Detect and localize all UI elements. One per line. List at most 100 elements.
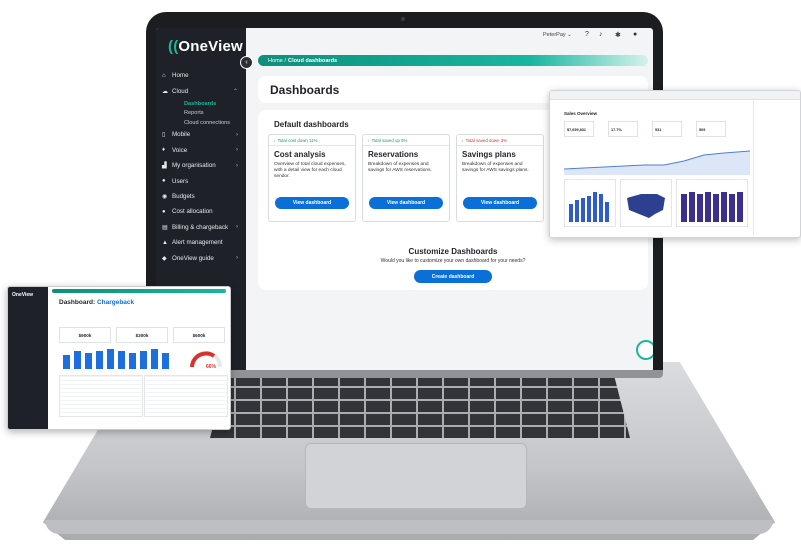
trend-tag: ↑ Total saved up 5% [367,138,407,143]
create-dashboard-button[interactable]: Create dashboard [414,270,492,283]
breadcrumb-current: Cloud dashboards [288,57,338,64]
view-dashboard-button[interactable]: View dashboard [369,197,443,209]
sidebar-item-label: Mobile [172,131,191,139]
sidebar-item-label: Voice [172,146,188,154]
trend-tag: ↓ Total saved down 3% [461,138,507,143]
chat-help-icon[interactable] [636,340,653,360]
kpi-card: 509 [696,121,726,137]
stacked-bar-chart [681,192,743,222]
sidebar-item-mobile[interactable]: ▯ Mobile › [156,127,246,142]
sidebar-item-home[interactable]: ⌂ Home [156,68,246,83]
sidebar-collapse-button[interactable]: ‹ [240,56,253,69]
chevron-right-icon: › [236,255,238,262]
sidebar-item-budgets[interactable]: ◉ Budgets [156,189,246,204]
mini-sidebar: OneView [8,287,48,429]
logo-text: OneView [178,38,243,55]
user-icon[interactable]: ● [633,31,637,38]
sidebar-item-voice[interactable]: ♦ Voice › [156,143,246,158]
mobile-icon: ▯ [162,132,166,139]
mini-breadcrumb [52,289,226,293]
sidebar-item-cost-allocation[interactable]: ● Cost allocation [156,204,246,219]
sidebar-item-label: Billing & chargeback [172,223,229,231]
sidebar-item-alert-management[interactable]: ▲ Alert management [156,235,246,250]
sidebar-item-label: Alert management [172,239,223,247]
user-menu[interactable]: PeterPay ⌄ [543,32,572,38]
cost-allocation-icon: ● [162,208,166,215]
trend-tag-text: Total cost down 11% [277,138,318,143]
divider [363,145,449,146]
cost-allocation-table [144,375,228,417]
kpi-value: $300k [135,333,149,338]
tile-description: Overview of total cloud expenses, with a… [274,162,346,179]
sidebar-item-label: Users [172,177,189,185]
view-dashboard-button[interactable]: View dashboard [275,197,349,209]
kpi-value: $900k [78,333,92,338]
kpi-card: 531 [652,121,682,137]
chevron-up-icon: ⌃ [232,88,238,95]
sidebar-item-users[interactable]: ● Users [156,173,246,188]
logo-mark-icon: (( [168,38,179,55]
chevron-left-icon: ‹ [245,59,248,66]
arrow-down-icon: ↓ [461,138,464,143]
gauge-value: 66% [206,364,217,370]
view-dashboard-button[interactable]: View dashboard [463,197,537,209]
kpi-card: $7,659,831 [564,121,594,137]
page-title: Dashboards [270,83,340,97]
arrow-up-icon: ↑ [367,138,370,143]
trend-tag-text: Total saved down 3% [465,138,508,143]
trend-tag-text: Total saved up 5% [371,138,408,143]
tile-title: Reservations [368,150,419,159]
sidebar-item-label: Cost allocation [172,208,213,216]
cloud-icon: ☁ [162,88,168,95]
arrow-down-icon: ↓ [273,138,276,143]
us-map [627,194,665,218]
home-icon: ⌂ [162,72,166,79]
kpi-card: 17.7% [608,121,638,137]
breadcrumb: Home / Cloud dashboards [258,55,648,66]
users-icon: ● [162,178,166,185]
sidebar-subitem-cloud-connections[interactable]: Cloud connections [156,118,246,128]
customize-title: Customize Dashboards [408,247,498,256]
chevron-right-icon: › [236,162,238,169]
chargeback-dashboard-screenshot: OneView Dashboard: Chargeback $900k $300… [7,286,231,430]
sidebar-subitem-dashboards[interactable]: Dashboards [156,99,246,109]
sidebar-item-label: Budgets [172,193,195,201]
tile-description: Breakdown of expenses and savings for AW… [368,162,432,173]
laptop-base-edge [45,520,773,534]
divider [269,145,355,146]
guide-icon: ◆ [162,255,167,262]
bell-icon[interactable]: ♪ [599,31,603,38]
bar-chart-panel [564,179,616,227]
sidebar-item-label: Home [172,72,189,80]
chat-side-panel [753,101,800,235]
laptop-keyboard [210,372,630,438]
sidebar-item-billing-chargeback[interactable]: ▤ Billing & chargeback › [156,220,246,235]
tile-description: Breakdown of expenses and savings for AW… [462,162,529,173]
sidebar-item-oneview-guide[interactable]: ◆ OneView guide › [156,250,246,265]
kpi-value: 17.7% [611,128,622,132]
default-dashboards-heading: Default dashboards [274,120,349,129]
bar-chart [569,192,609,222]
dashboard-tile-reservations: ↑ Total saved up 5% Reservations Breakdo… [362,134,450,222]
title-value[interactable]: Chargeback [97,299,134,306]
sidebar-subitem-reports[interactable]: Reports [156,108,246,118]
sales-line-chart [564,150,750,175]
top-bar: PeterPay ⌄ ? ♪ ✱ ● Home / Cloud dashboard… [246,28,653,66]
budget-icon: ◉ [162,194,168,201]
gear-icon[interactable]: ✱ [615,31,621,39]
sidebar-item-my-organisation[interactable]: ▟ My organisation › [156,158,246,173]
sidebar-item-label: OneView guide [172,254,214,262]
chargeback-title: Dashboard: Chargeback [59,299,134,306]
breadcrumb-home[interactable]: Home / [268,58,286,64]
stacked-bar-panel [676,179,748,227]
trend-tag: ↓ Total cost down 11% [273,138,318,143]
cost-allocation-table [59,375,143,417]
sidebar-item-cloud[interactable]: ☁ Cloud ⌃ [156,83,246,98]
chevron-right-icon: › [236,147,238,154]
sidebar-item-label: My organisation [172,162,216,170]
customize-subtitle: Would you like to customize your own das… [380,258,526,264]
sidebar-item-label: Cloud [172,87,189,95]
organisation-icon: ▟ [162,163,167,170]
sales-overview-title: Sales Overview [564,111,598,116]
help-icon[interactable]: ? [585,31,589,38]
